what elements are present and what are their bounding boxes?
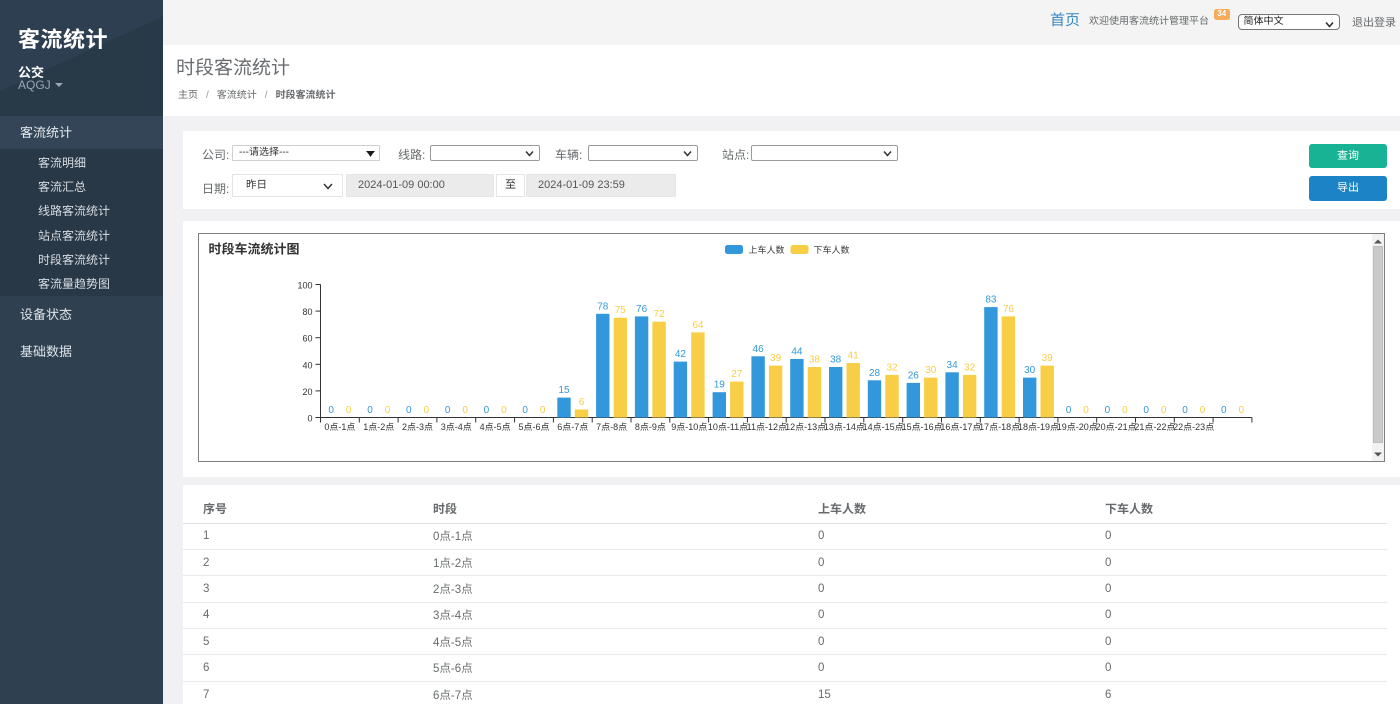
- svg-text:27: 27: [731, 369, 743, 380]
- svg-text:16点-17点: 16点-17点: [940, 422, 981, 432]
- svg-text:0: 0: [501, 405, 507, 416]
- svg-text:0: 0: [307, 414, 312, 424]
- svg-text:34: 34: [947, 360, 959, 371]
- svg-text:0: 0: [1143, 405, 1149, 416]
- svg-text:17点-18点: 17点-18点: [979, 422, 1020, 432]
- svg-text:0: 0: [367, 405, 373, 416]
- svg-text:0: 0: [1221, 405, 1227, 416]
- svg-text:19点-20点: 19点-20点: [1057, 422, 1098, 432]
- svg-text:75: 75: [615, 305, 627, 316]
- svg-text:0: 0: [445, 405, 451, 416]
- svg-text:0: 0: [522, 405, 528, 416]
- svg-text:15: 15: [558, 385, 570, 396]
- svg-text:0: 0: [1105, 405, 1111, 416]
- svg-text:0: 0: [1182, 405, 1188, 416]
- svg-text:80: 80: [302, 307, 312, 317]
- svg-text:28: 28: [869, 368, 881, 379]
- svg-text:0: 0: [406, 405, 412, 416]
- svg-text:78: 78: [597, 301, 609, 312]
- svg-text:30: 30: [925, 365, 937, 376]
- svg-text:22点-23点: 22点-23点: [1173, 422, 1214, 432]
- svg-text:13点-14点: 13点-14点: [824, 422, 865, 432]
- svg-text:15点-16点: 15点-16点: [902, 422, 943, 432]
- svg-text:46: 46: [753, 344, 765, 355]
- svg-text:32: 32: [886, 362, 898, 373]
- svg-text:20: 20: [302, 387, 312, 397]
- svg-text:0: 0: [1239, 405, 1245, 416]
- svg-text:0: 0: [424, 405, 430, 416]
- svg-text:0: 0: [462, 405, 468, 416]
- svg-text:0: 0: [1161, 405, 1167, 416]
- svg-text:18点-19点: 18点-19点: [1018, 422, 1059, 432]
- svg-text:26: 26: [908, 370, 920, 381]
- svg-text:30: 30: [1024, 365, 1036, 376]
- svg-text:11点-12点: 11点-12点: [747, 422, 787, 432]
- svg-text:0: 0: [1122, 405, 1128, 416]
- svg-text:64: 64: [692, 320, 704, 331]
- svg-text:20点-21点: 20点-21点: [1096, 422, 1137, 432]
- svg-text:2点-3点: 2点-3点: [402, 422, 433, 432]
- svg-text:72: 72: [654, 309, 666, 320]
- svg-text:5点-6点: 5点-6点: [518, 422, 549, 432]
- svg-text:0: 0: [328, 405, 334, 416]
- svg-text:76: 76: [636, 304, 648, 315]
- svg-text:41: 41: [848, 351, 860, 362]
- svg-text:39: 39: [770, 353, 782, 364]
- svg-text:100: 100: [297, 281, 312, 291]
- svg-text:0: 0: [1066, 405, 1072, 416]
- svg-text:7点-8点: 7点-8点: [596, 422, 627, 432]
- svg-text:60: 60: [302, 334, 312, 344]
- svg-text:6点-7点: 6点-7点: [557, 422, 588, 432]
- svg-text:39: 39: [1042, 353, 1054, 364]
- svg-text:38: 38: [809, 355, 821, 366]
- svg-text:42: 42: [675, 349, 687, 360]
- svg-text:40: 40: [302, 360, 312, 370]
- svg-text:时段车流统计图: 时段车流统计图: [209, 242, 300, 257]
- svg-text:0: 0: [540, 405, 546, 416]
- svg-text:0: 0: [346, 405, 352, 416]
- svg-text:14点-15点: 14点-15点: [863, 422, 904, 432]
- svg-text:12点-13点: 12点-13点: [785, 422, 826, 432]
- svg-text:0: 0: [1200, 405, 1206, 416]
- svg-text:4点-5点: 4点-5点: [480, 422, 511, 432]
- svg-text:3点-4点: 3点-4点: [441, 422, 472, 432]
- svg-text:0: 0: [1083, 405, 1089, 416]
- svg-text:83: 83: [985, 295, 997, 306]
- svg-text:21点-22点: 21点-22点: [1134, 422, 1175, 432]
- svg-text:19: 19: [714, 380, 726, 391]
- svg-text:9点-10点: 9点-10点: [671, 422, 707, 432]
- svg-text:上车人数: 上车人数: [749, 245, 785, 255]
- svg-text:下车人数: 下车人数: [814, 245, 850, 255]
- svg-text:1点-2点: 1点-2点: [363, 422, 394, 432]
- svg-text:76: 76: [1003, 304, 1015, 315]
- svg-text:0: 0: [484, 405, 490, 416]
- svg-text:10点-11点: 10点-11点: [708, 422, 748, 432]
- svg-text:44: 44: [791, 347, 803, 358]
- svg-text:38: 38: [830, 355, 842, 366]
- svg-text:0: 0: [385, 405, 391, 416]
- svg-text:8点-9点: 8点-9点: [635, 422, 666, 432]
- svg-text:0点-1点: 0点-1点: [324, 422, 355, 432]
- svg-text:32: 32: [964, 362, 976, 373]
- svg-text:6: 6: [579, 397, 585, 408]
